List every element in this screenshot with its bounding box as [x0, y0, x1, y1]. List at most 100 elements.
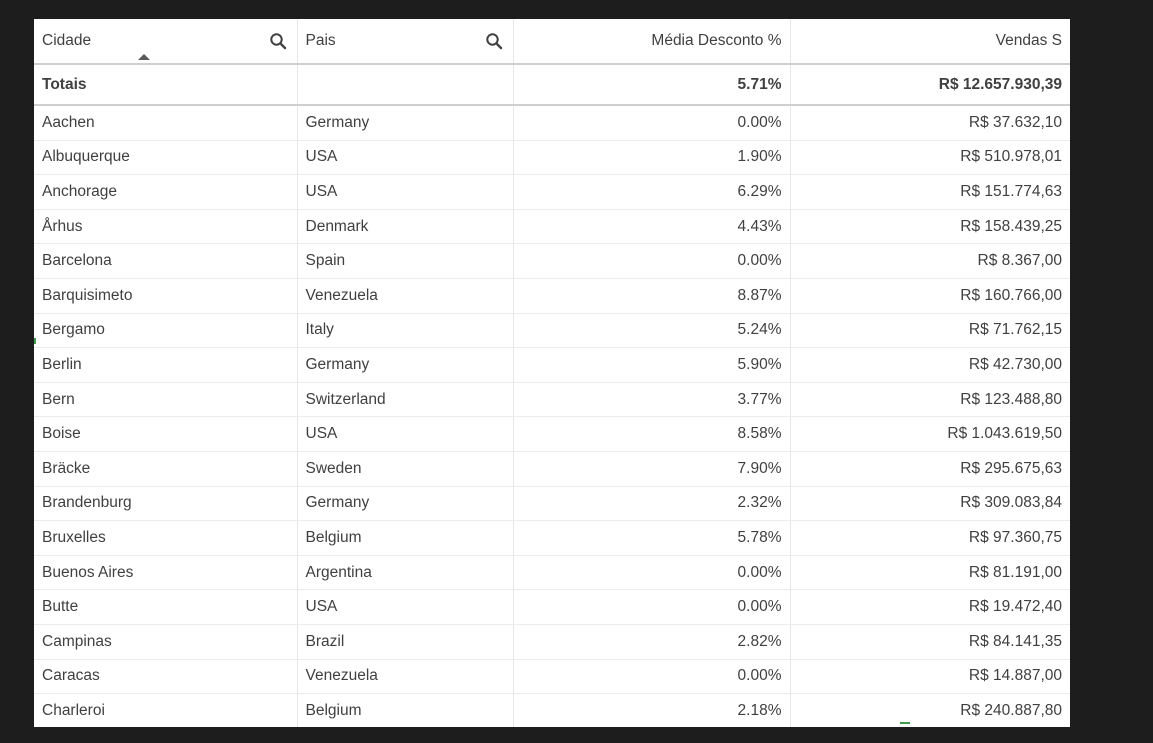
cell-pais[interactable]: Spain — [297, 243, 514, 279]
cell-media-desconto[interactable]: 2.32% — [513, 486, 791, 522]
cell-cidade[interactable]: Anchorage — [34, 174, 298, 210]
selection-marker — [900, 722, 910, 724]
cell-cidade[interactable]: Bergamo — [34, 313, 298, 349]
search-icon[interactable] — [483, 30, 505, 52]
cell-media-desconto[interactable]: 0.00% — [513, 243, 791, 279]
table-row[interactable]: Brandenburg Germany 2.32% R$ 309.083,84 — [34, 486, 1070, 522]
cell-media-desconto[interactable]: 0.00% — [513, 589, 791, 625]
cell-vendas[interactable]: R$ 160.766,00 — [790, 278, 1070, 314]
cell-cidade[interactable]: Barcelona — [34, 243, 298, 279]
table-row[interactable]: Boise USA 8.58% R$ 1.043.619,50 — [34, 416, 1070, 452]
cell-cidade[interactable]: Bern — [34, 382, 298, 418]
table-row[interactable]: Århus Denmark 4.43% R$ 158.439,25 — [34, 209, 1070, 245]
cell-pais[interactable]: Belgium — [297, 520, 514, 556]
table-row[interactable]: Bern Switzerland 3.77% R$ 123.488,80 — [34, 382, 1070, 418]
cell-cidade[interactable]: Charleroi — [34, 693, 298, 727]
cell-pais[interactable]: Sweden — [297, 451, 514, 487]
cell-pais[interactable]: Germany — [297, 105, 514, 141]
cell-pais[interactable]: Belgium — [297, 693, 514, 727]
table-row[interactable]: Charleroi Belgium 2.18% R$ 240.887,80 — [34, 693, 1070, 727]
table-row[interactable]: Albuquerque USA 1.90% R$ 510.978,01 — [34, 140, 1070, 176]
cell-media-desconto[interactable]: 5.78% — [513, 520, 791, 556]
cell-cidade[interactable]: Butte — [34, 589, 298, 625]
cell-media-desconto[interactable]: 8.87% — [513, 278, 791, 314]
cell-cidade[interactable]: Berlin — [34, 347, 298, 383]
cell-media-desconto[interactable]: 1.90% — [513, 140, 791, 176]
cell-cidade[interactable]: Caracas — [34, 659, 298, 695]
cell-cidade[interactable]: Aachen — [34, 105, 298, 141]
cell-vendas[interactable]: R$ 19.472,40 — [790, 589, 1070, 625]
table-row[interactable]: Berlin Germany 5.90% R$ 42.730,00 — [34, 347, 1070, 383]
table-row[interactable]: Buenos Aires Argentina 0.00% R$ 81.191,00 — [34, 555, 1070, 591]
cell-media-desconto[interactable]: 0.00% — [513, 105, 791, 141]
cell-vendas[interactable]: R$ 8.367,00 — [790, 243, 1070, 279]
cell-pais[interactable]: USA — [297, 589, 514, 625]
table-row[interactable]: Bergamo Italy 5.24% R$ 71.762,15 — [34, 313, 1070, 349]
cell-media-desconto[interactable]: 3.77% — [513, 382, 791, 418]
table-row[interactable]: Bräcke Sweden 7.90% R$ 295.675,63 — [34, 451, 1070, 487]
table-row[interactable]: Aachen Germany 0.00% R$ 37.632,10 — [34, 105, 1070, 141]
cell-media-desconto[interactable]: 0.00% — [513, 659, 791, 695]
cell-vendas[interactable]: R$ 158.439,25 — [790, 209, 1070, 245]
cell-pais[interactable]: USA — [297, 174, 514, 210]
cell-pais[interactable]: USA — [297, 416, 514, 452]
cell-vendas[interactable]: R$ 510.978,01 — [790, 140, 1070, 176]
cell-vendas[interactable]: R$ 151.774,63 — [790, 174, 1070, 210]
table-row[interactable]: Campinas Brazil 2.82% R$ 84.141,35 — [34, 624, 1070, 660]
table-row[interactable]: Barcelona Spain 0.00% R$ 8.367,00 — [34, 243, 1070, 279]
cell-pais[interactable]: Argentina — [297, 555, 514, 591]
cell-pais[interactable]: USA — [297, 140, 514, 176]
cell-vendas[interactable]: R$ 14.887,00 — [790, 659, 1070, 695]
cell-cidade[interactable]: Barquisimeto — [34, 278, 298, 314]
column-header-cidade[interactable]: Cidade — [34, 19, 298, 65]
cell-pais[interactable]: Switzerland — [297, 382, 514, 418]
cell-media-desconto[interactable]: 2.82% — [513, 624, 791, 660]
cell-vendas[interactable]: R$ 1.043.619,50 — [790, 416, 1070, 452]
column-label-media-desconto: Média Desconto % — [651, 32, 782, 49]
cell-cidade[interactable]: Bruxelles — [34, 520, 298, 556]
cell-cidade[interactable]: Albuquerque — [34, 140, 298, 176]
cell-vendas[interactable]: R$ 295.675,63 — [790, 451, 1070, 487]
cell-pais[interactable]: Germany — [297, 347, 514, 383]
cell-vendas[interactable]: R$ 81.191,00 — [790, 555, 1070, 591]
column-header-pais[interactable]: Pais — [297, 19, 514, 65]
cell-vendas[interactable]: R$ 84.141,35 — [790, 624, 1070, 660]
cell-pais[interactable]: Germany — [297, 486, 514, 522]
table-row[interactable]: Caracas Venezuela 0.00% R$ 14.887,00 — [34, 659, 1070, 695]
cell-media-desconto[interactable]: 2.18% — [513, 693, 791, 727]
cell-vendas[interactable]: R$ 97.360,75 — [790, 520, 1070, 556]
cell-media-desconto[interactable]: 6.29% — [513, 174, 791, 210]
cell-pais[interactable]: Venezuela — [297, 659, 514, 695]
cell-vendas[interactable]: R$ 309.083,84 — [790, 486, 1070, 522]
cell-vendas[interactable]: R$ 37.632,10 — [790, 105, 1070, 141]
cell-pais[interactable]: Brazil — [297, 624, 514, 660]
cell-media-desconto[interactable]: 0.00% — [513, 555, 791, 591]
cell-cidade[interactable]: Boise — [34, 416, 298, 452]
cell-media-desconto[interactable]: 7.90% — [513, 451, 791, 487]
cell-vendas[interactable]: R$ 42.730,00 — [790, 347, 1070, 383]
cell-pais[interactable]: Venezuela — [297, 278, 514, 314]
cell-media-desconto[interactable]: 5.90% — [513, 347, 791, 383]
column-label-pais: Pais — [305, 32, 336, 49]
cell-vendas[interactable]: R$ 240.887,80 — [790, 693, 1070, 727]
cell-cidade[interactable]: Buenos Aires — [34, 555, 298, 591]
column-header-vendas[interactable]: Vendas S — [790, 19, 1070, 65]
table-row[interactable]: Barquisimeto Venezuela 8.87% R$ 160.766,00 — [34, 278, 1070, 314]
cell-cidade[interactable]: Brandenburg — [34, 486, 298, 522]
cell-pais[interactable]: Italy — [297, 313, 514, 349]
cell-cidade[interactable]: Bräcke — [34, 451, 298, 487]
totals-media-desconto: 5.71% — [513, 64, 791, 106]
table-row[interactable]: Bruxelles Belgium 5.78% R$ 97.360,75 — [34, 520, 1070, 556]
cell-media-desconto[interactable]: 8.58% — [513, 416, 791, 452]
cell-cidade[interactable]: Campinas — [34, 624, 298, 660]
cell-vendas[interactable]: R$ 123.488,80 — [790, 382, 1070, 418]
cell-media-desconto[interactable]: 5.24% — [513, 313, 791, 349]
cell-vendas[interactable]: R$ 71.762,15 — [790, 313, 1070, 349]
table-row[interactable]: Butte USA 0.00% R$ 19.472,40 — [34, 589, 1070, 625]
column-header-media-desconto[interactable]: Média Desconto % — [513, 19, 791, 65]
table-row[interactable]: Anchorage USA 6.29% R$ 151.774,63 — [34, 174, 1070, 210]
cell-cidade[interactable]: Århus — [34, 209, 298, 245]
search-icon[interactable] — [267, 30, 289, 52]
cell-media-desconto[interactable]: 4.43% — [513, 209, 791, 245]
cell-pais[interactable]: Denmark — [297, 209, 514, 245]
